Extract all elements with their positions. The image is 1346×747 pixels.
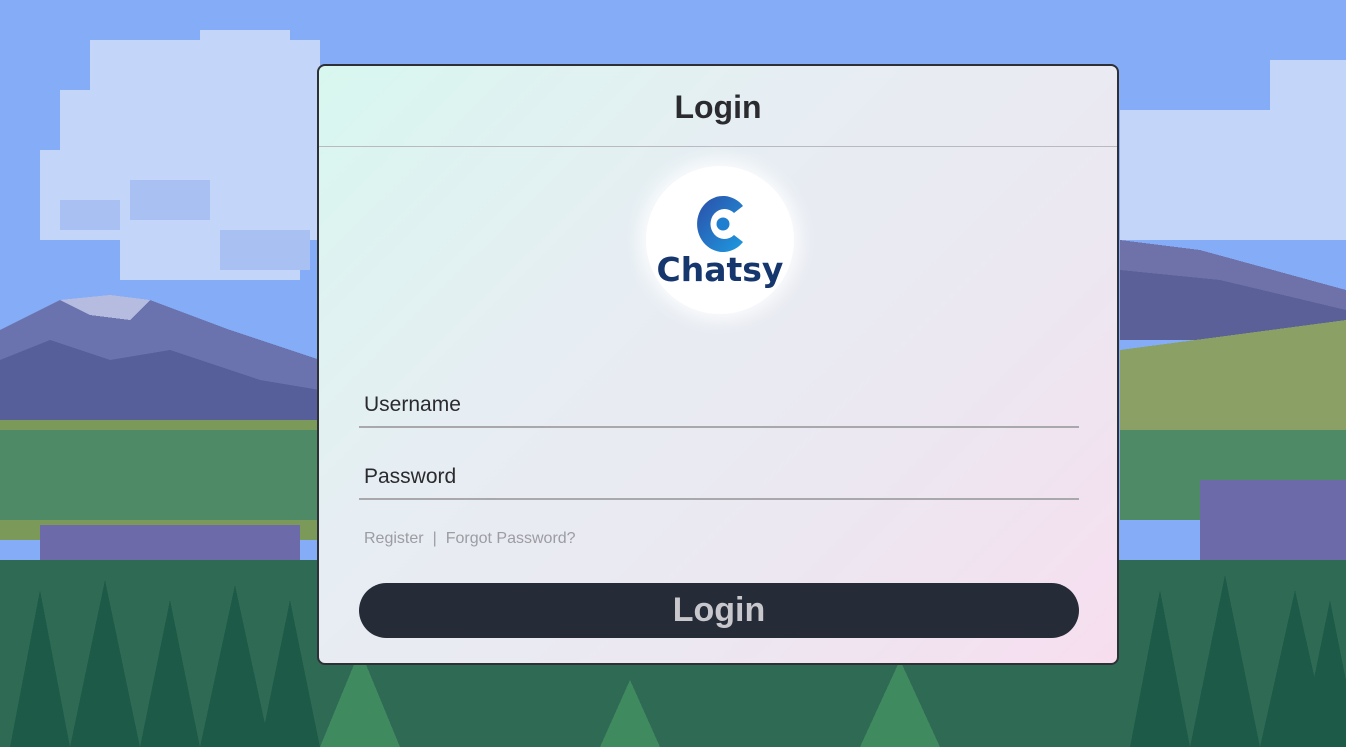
login-button[interactable]: Login — [359, 583, 1079, 638]
login-header: Login — [319, 66, 1117, 147]
register-link[interactable]: Register — [364, 530, 424, 548]
page-title: Login — [674, 88, 762, 125]
links-separator: | — [432, 530, 437, 547]
chatsy-logo: Chatsy — [646, 166, 794, 314]
password-input[interactable] — [359, 456, 1079, 500]
auth-links: Register | Forgot Password? — [364, 530, 576, 548]
logo-text: Chatsy — [656, 250, 784, 289]
login-card: Login Chatsy Register | Forgot Password?… — [317, 64, 1119, 665]
forgot-password-link[interactable]: Forgot Password? — [446, 530, 576, 548]
username-input[interactable] — [359, 384, 1079, 428]
chatsy-c-icon — [697, 196, 743, 252]
